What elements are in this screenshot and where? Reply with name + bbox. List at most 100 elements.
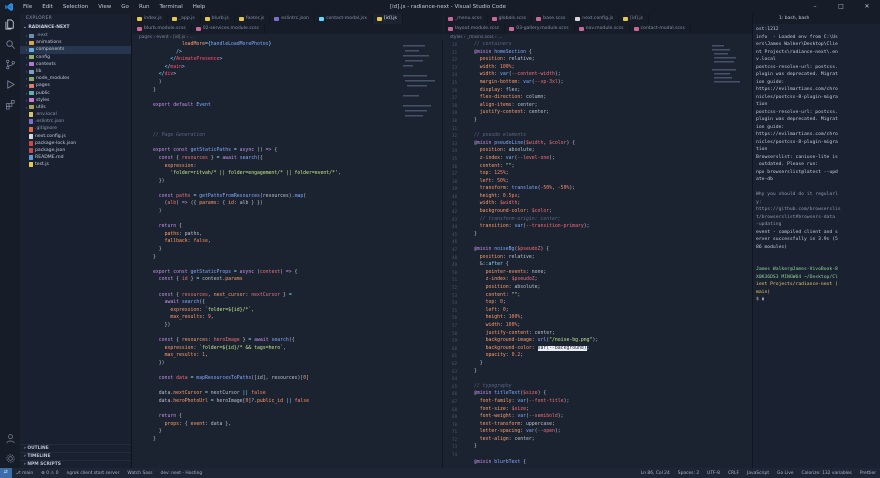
file-tree-item[interactable]: › animations: [20, 39, 131, 46]
file-tree-item[interactable]: package.json: [20, 147, 131, 154]
editor-tab[interactable]: globals.scss: [488, 14, 533, 24]
status-item[interactable]: Go Live: [777, 471, 793, 476]
right-breadcrumb[interactable]: styles › _mixins.scss › ...: [444, 34, 752, 41]
editor-tab[interactable]: [id].js: [372, 14, 403, 24]
project-root-folder[interactable]: ⌄ RADIANCE-NEXT: [20, 24, 131, 32]
menu-item-help[interactable]: Help: [188, 0, 211, 14]
status-item[interactable]: Prettier: [860, 471, 876, 476]
editor-tab[interactable]: contact-modal.scss: [630, 24, 691, 34]
editor-tab[interactable]: blurb.module.scss: [133, 24, 192, 34]
code-line: position: absolute;: [479, 148, 535, 154]
editor-tab[interactable]: 02-services.module.scss: [192, 24, 265, 34]
status-item[interactable]: CRLF: [728, 471, 739, 476]
terminal-line: t/browserslist#browsers-data: [756, 214, 836, 220]
file-type-icon: [491, 17, 497, 21]
status-item[interactable]: JavaScript: [747, 471, 769, 476]
menu-item-run[interactable]: Run: [134, 0, 155, 14]
status-item[interactable]: ⊗ 0 ⚠ 0: [41, 471, 58, 476]
editor-tab[interactable]: index.js: [133, 14, 168, 24]
editor-tab[interactable]: eslintrc.json: [270, 14, 315, 24]
menu-item-edit[interactable]: Edit: [37, 0, 58, 14]
maximize-icon[interactable]: □: [828, 0, 854, 14]
terminal-output: ost:1212 info - Loaded env from C:\Us ers\…: [753, 24, 880, 306]
line-number: 44: [452, 224, 457, 230]
code-line: export const getStaticProps = async (con…: [153, 269, 298, 275]
menu-item-file[interactable]: File: [18, 0, 37, 14]
editor-tab[interactable]: _menu.scss: [444, 14, 488, 24]
file-tree-item[interactable]: › components: [20, 46, 131, 54]
left-code-editor[interactable]: loadMore={handleLoadMorePhotos} /> </Ani…: [133, 41, 443, 468]
status-item[interactable]: Watch Sass: [127, 471, 152, 476]
account-icon[interactable]: [0, 428, 20, 448]
code-line: 'folder=ritvah/* || folder=engagement/* …: [170, 171, 341, 177]
menu-item-view[interactable]: View: [93, 0, 116, 14]
file-tree-item[interactable]: next.config.js: [20, 133, 131, 140]
terminal-panel[interactable]: 1: bash, bash ost:1212 info - Loaded env …: [752, 14, 880, 468]
editor-tab[interactable]: nav.module.scss: [575, 24, 630, 34]
close-icon[interactable]: ✕: [854, 0, 880, 14]
folder-icon: [29, 76, 34, 81]
right-code-editor[interactable]: 20 21 22 23 24 25 26 27 28 29 30 31 32 33 34 35 36 37 3…: [444, 41, 752, 468]
menu-item-selection[interactable]: Selection: [58, 0, 93, 14]
file-tree-item[interactable]: README.md: [20, 154, 131, 161]
extensions-icon[interactable]: [0, 94, 20, 114]
run-debug-icon[interactable]: [0, 74, 20, 94]
line-number: 28: [452, 102, 457, 108]
status-item[interactable]: ⎇ main: [16, 471, 33, 476]
editor-tab-label: footer.js: [245, 16, 265, 21]
editor-tab[interactable]: layout.module.scss: [444, 24, 506, 34]
editor-tab[interactable]: [id].js: [619, 14, 650, 24]
editor-tab[interactable]: _app.js: [168, 14, 201, 24]
file-tree-item[interactable]: › .next: [20, 32, 131, 39]
file-tree-item[interactable]: › config: [20, 54, 131, 61]
status-item[interactable]: Spaces: 2: [678, 471, 699, 476]
file-tree-item[interactable]: › pages: [20, 82, 131, 89]
file-tree-item[interactable]: › node_modules: [20, 75, 131, 82]
editor-tab[interactable]: blurb.js: [201, 14, 235, 24]
left-minimap[interactable]: [401, 41, 441, 468]
menu-item-go[interactable]: Go: [116, 0, 134, 14]
line-number: 33: [452, 140, 457, 146]
right-minimap[interactable]: [710, 41, 750, 468]
status-item[interactable]: Colorize: 132 variables: [802, 471, 852, 476]
file-tree-item[interactable]: .gitignore: [20, 125, 131, 132]
explorer-icon[interactable]: [0, 14, 20, 34]
terminal-line: event - compiled client and s: [756, 229, 838, 235]
code-line: }: [474, 368, 477, 374]
file-tree-item[interactable]: .env.local: [20, 111, 131, 118]
code-line: @mixin homeSection {: [474, 49, 532, 55]
file-tree-item[interactable]: › contexts: [20, 61, 131, 68]
file-tree-item[interactable]: › lib: [20, 68, 131, 75]
editor-tab[interactable]: 03-gallery.module.scss: [505, 24, 575, 34]
title-bar: File Edit Selection View Go Run Terminal Help […: [0, 0, 880, 14]
menu-item-terminal[interactable]: Terminal: [154, 0, 187, 14]
file-tree-item[interactable]: › public: [20, 90, 131, 97]
status-item[interactable]: ngrok client start server: [67, 471, 120, 476]
panel-timeline[interactable]: › TIMELINE: [20, 452, 131, 460]
file-tree-item[interactable]: › utils: [20, 104, 131, 111]
settings-gear-icon[interactable]: [0, 448, 20, 468]
file-tree-item[interactable]: › styles: [20, 97, 131, 104]
file-tree-item[interactable]: package-lock.json: [20, 140, 131, 147]
file-type-icon: [204, 17, 210, 21]
remote-indicator-icon[interactable]: ⇄: [0, 468, 12, 478]
editor-tab[interactable]: base.scss: [532, 14, 572, 24]
status-item[interactable]: dev: next - Hosting: [161, 471, 203, 476]
editor-tab[interactable]: footer.js: [235, 14, 271, 24]
minimize-icon[interactable]: –: [802, 0, 828, 14]
panel-outline[interactable]: › OUTLINE: [20, 444, 131, 452]
panel-npm-scripts[interactable]: › NPM SCRIPTS: [20, 460, 131, 468]
file-tree-item[interactable]: test.js: [20, 161, 131, 168]
status-item[interactable]: UTF-8: [707, 471, 720, 476]
file-tree-item[interactable]: .eslintrc.json: [20, 118, 131, 125]
left-breadcrumb[interactable]: pages › event › [id].js › ...: [133, 34, 443, 41]
line-number: 51: [452, 277, 457, 283]
status-item[interactable]: Ln 86, Col 24: [641, 471, 670, 476]
terminal-header[interactable]: 1: bash, bash: [753, 14, 880, 24]
editor-tab[interactable]: contact-modal.jsx: [315, 14, 373, 24]
editor-tab[interactable]: next.config.js: [571, 14, 620, 24]
search-icon[interactable]: [0, 34, 20, 54]
source-control-icon[interactable]: [0, 54, 20, 74]
